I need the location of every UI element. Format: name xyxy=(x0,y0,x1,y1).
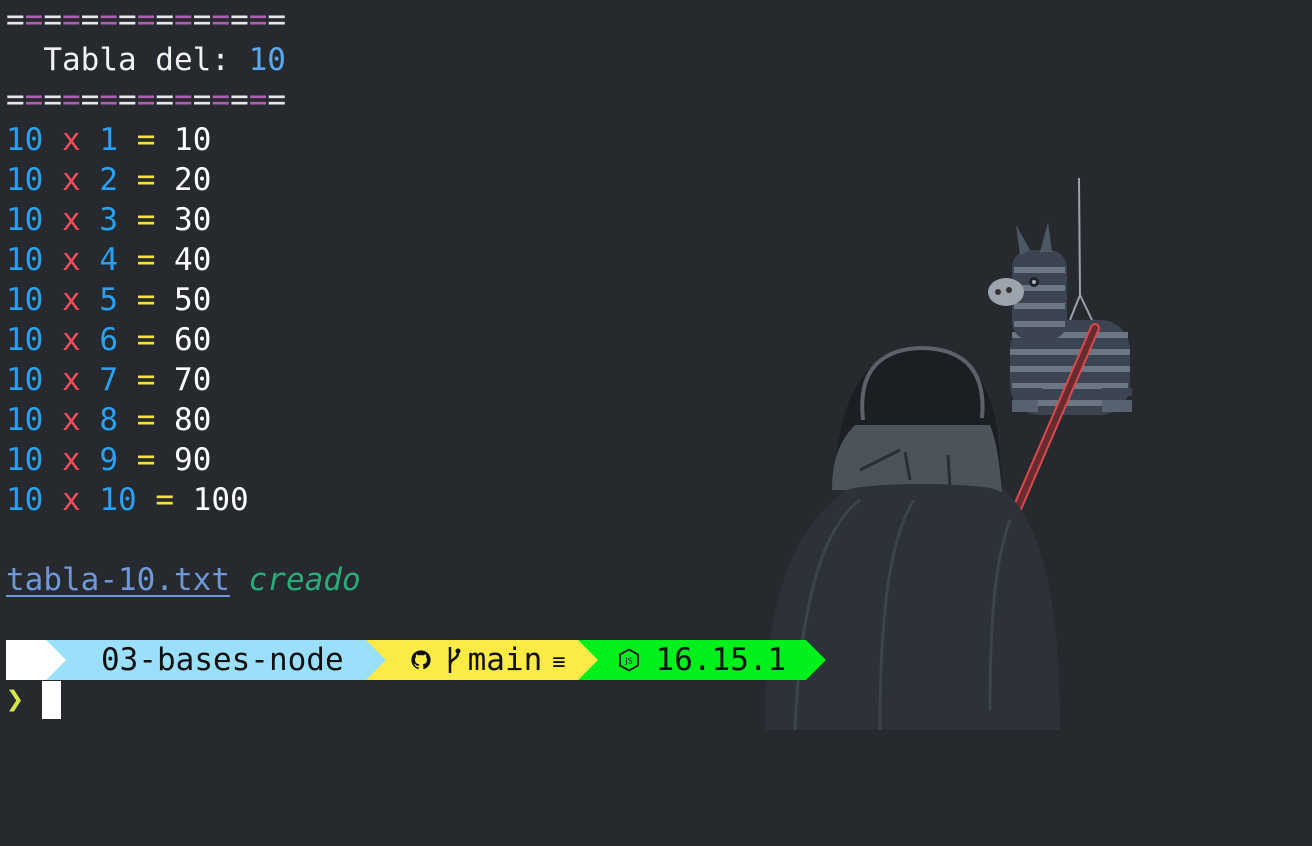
table-row: 10 x 9 = 90 xyxy=(6,442,212,478)
svg-text:JS: JS xyxy=(624,657,632,666)
separator-bottom: =============== xyxy=(6,82,287,118)
table-row: 10 x 2 = 20 xyxy=(6,162,212,198)
nodejs-icon: JS xyxy=(616,647,642,673)
table-row: 10 x 6 = 60 xyxy=(6,322,212,358)
separator-top: =============== xyxy=(6,2,287,38)
table-row: 10 x 10 = 100 xyxy=(6,482,249,518)
table-row: 10 x 3 = 30 xyxy=(6,202,212,238)
table-title-number: 10 xyxy=(248,42,286,78)
table-row: 10 x 8 = 80 xyxy=(6,402,212,438)
file-created-status: creado xyxy=(248,562,361,598)
table-title: Tabla del: 10 xyxy=(6,40,286,80)
prompt-git-segment: main ≡ xyxy=(365,640,598,680)
git-status-indicator: ≡ xyxy=(552,650,566,675)
command-input-line[interactable]: ❯ xyxy=(6,680,61,720)
prompt-path-segment: 03-bases-node xyxy=(46,640,386,680)
table-title-label: Tabla del: xyxy=(6,42,249,78)
git-branch-name: main xyxy=(467,642,543,678)
prompt-chevron-icon: ❯ xyxy=(6,682,25,717)
file-created-message: tabla-10.txt creado xyxy=(6,560,361,600)
shell-prompt-bar: 03-bases-node main ≡ JS 16.15.1 xyxy=(6,640,827,680)
output-filename-link[interactable]: tabla-10.txt xyxy=(6,562,230,598)
table-row: 10 x 7 = 70 xyxy=(6,362,212,398)
prompt-folder-name: 03-bases-node xyxy=(101,642,344,678)
git-branch-icon xyxy=(446,647,462,673)
github-icon xyxy=(408,647,434,673)
prompt-os-segment xyxy=(6,640,108,680)
terminal-cursor[interactable] xyxy=(42,681,61,719)
prompt-node-segment: JS 16.15.1 xyxy=(577,640,827,680)
terminal-output: =============== Tabla del: 10 ==========… xyxy=(6,0,1296,846)
table-row: 10 x 5 = 50 xyxy=(6,282,212,318)
node-version: 16.15.1 xyxy=(655,642,787,678)
table-row: 10 x 1 = 10 xyxy=(6,122,212,158)
table-row: 10 x 4 = 40 xyxy=(6,242,212,278)
